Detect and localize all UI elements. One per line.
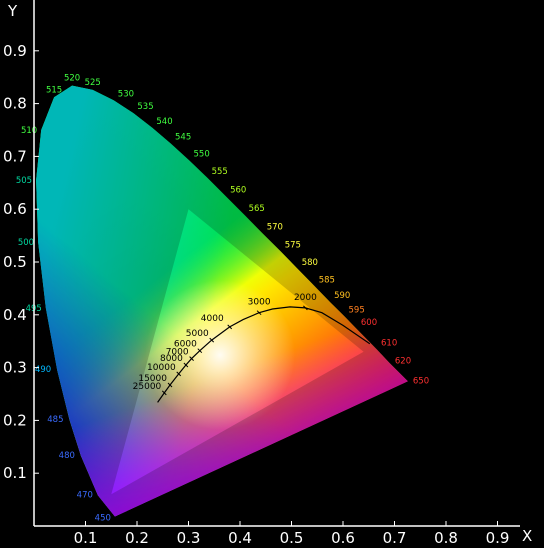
x-tick-label: 0.5 [280,529,304,547]
wavelength-label: 585 [319,275,335,285]
cct-label: 3000 [248,298,271,308]
cct-label: 5000 [186,329,209,339]
wavelength-label: 470 [77,490,93,500]
x-tick-label: 0.1 [74,529,98,547]
y-tick-label: 0.9 [3,42,27,60]
x-tick-label: 0.7 [383,529,407,547]
y-tick-label: 0.2 [3,411,27,429]
y-axis-label: Y [7,2,18,20]
wavelength-label: 535 [137,102,153,112]
wavelength-label: 620 [395,356,411,366]
wavelength-label: 575 [285,240,301,250]
wavelength-label: 580 [302,258,318,268]
wavelength-label: 490 [35,365,51,375]
x-tick-label: 0.6 [331,529,355,547]
wavelength-label: 590 [334,291,350,301]
y-tick-label: 0.5 [3,253,27,271]
wavelength-label: 565 [249,204,265,214]
wavelength-label: 505 [16,176,32,186]
cct-label: 4000 [201,314,224,324]
wavelength-label: 540 [156,117,172,127]
wavelength-label: 450 [95,514,111,524]
x-tick-label: 0.2 [125,529,149,547]
x-axis-label: X [522,527,532,545]
wavelength-label: 550 [194,150,210,160]
wavelength-label: 485 [47,415,63,425]
wavelength-label: 515 [46,85,62,95]
wavelength-label: 610 [381,339,397,349]
wavelength-label: 570 [267,223,283,233]
y-tick-label: 0.3 [3,359,27,377]
wavelength-label: 525 [85,78,101,88]
wavelength-label: 520 [64,74,80,84]
x-tick-label: 0.3 [177,529,201,547]
y-tick-label: 0.8 [3,95,27,113]
wavelength-label: 500 [18,238,34,248]
x-tick-label: 0.4 [228,529,252,547]
cct-label: 10000 [147,363,176,373]
chromaticity-diagram-fill [36,85,408,517]
wavelength-label: 510 [21,126,37,136]
wavelength-label: 545 [175,133,191,143]
cct-label: 25000 [133,382,162,392]
cie-chromaticity-chart: 2000300040005000600070008000100001500025… [3,0,532,547]
out-of-gamut-shading [36,85,408,517]
x-axis-ticks: 0.1 0.2 0.3 0.4 0.5 0.6 0.7 0.8 0.9 [74,521,510,547]
wavelength-label: 555 [212,167,228,177]
y-tick-label: 0.1 [3,464,27,482]
wavelength-label: 560 [230,186,246,196]
x-tick-label: 0.9 [486,529,510,547]
wavelength-label: 595 [349,305,365,315]
y-tick-label: 0.7 [3,147,27,165]
y-tick-label: 0.6 [3,200,27,218]
wavelength-label: 530 [118,89,134,99]
wavelength-label: 480 [59,451,75,461]
wavelength-label: 650 [413,376,429,386]
cct-label: 2000 [294,293,317,303]
wavelength-label: 600 [361,318,377,328]
y-tick-label: 0.4 [3,306,27,324]
x-tick-label: 0.8 [434,529,458,547]
